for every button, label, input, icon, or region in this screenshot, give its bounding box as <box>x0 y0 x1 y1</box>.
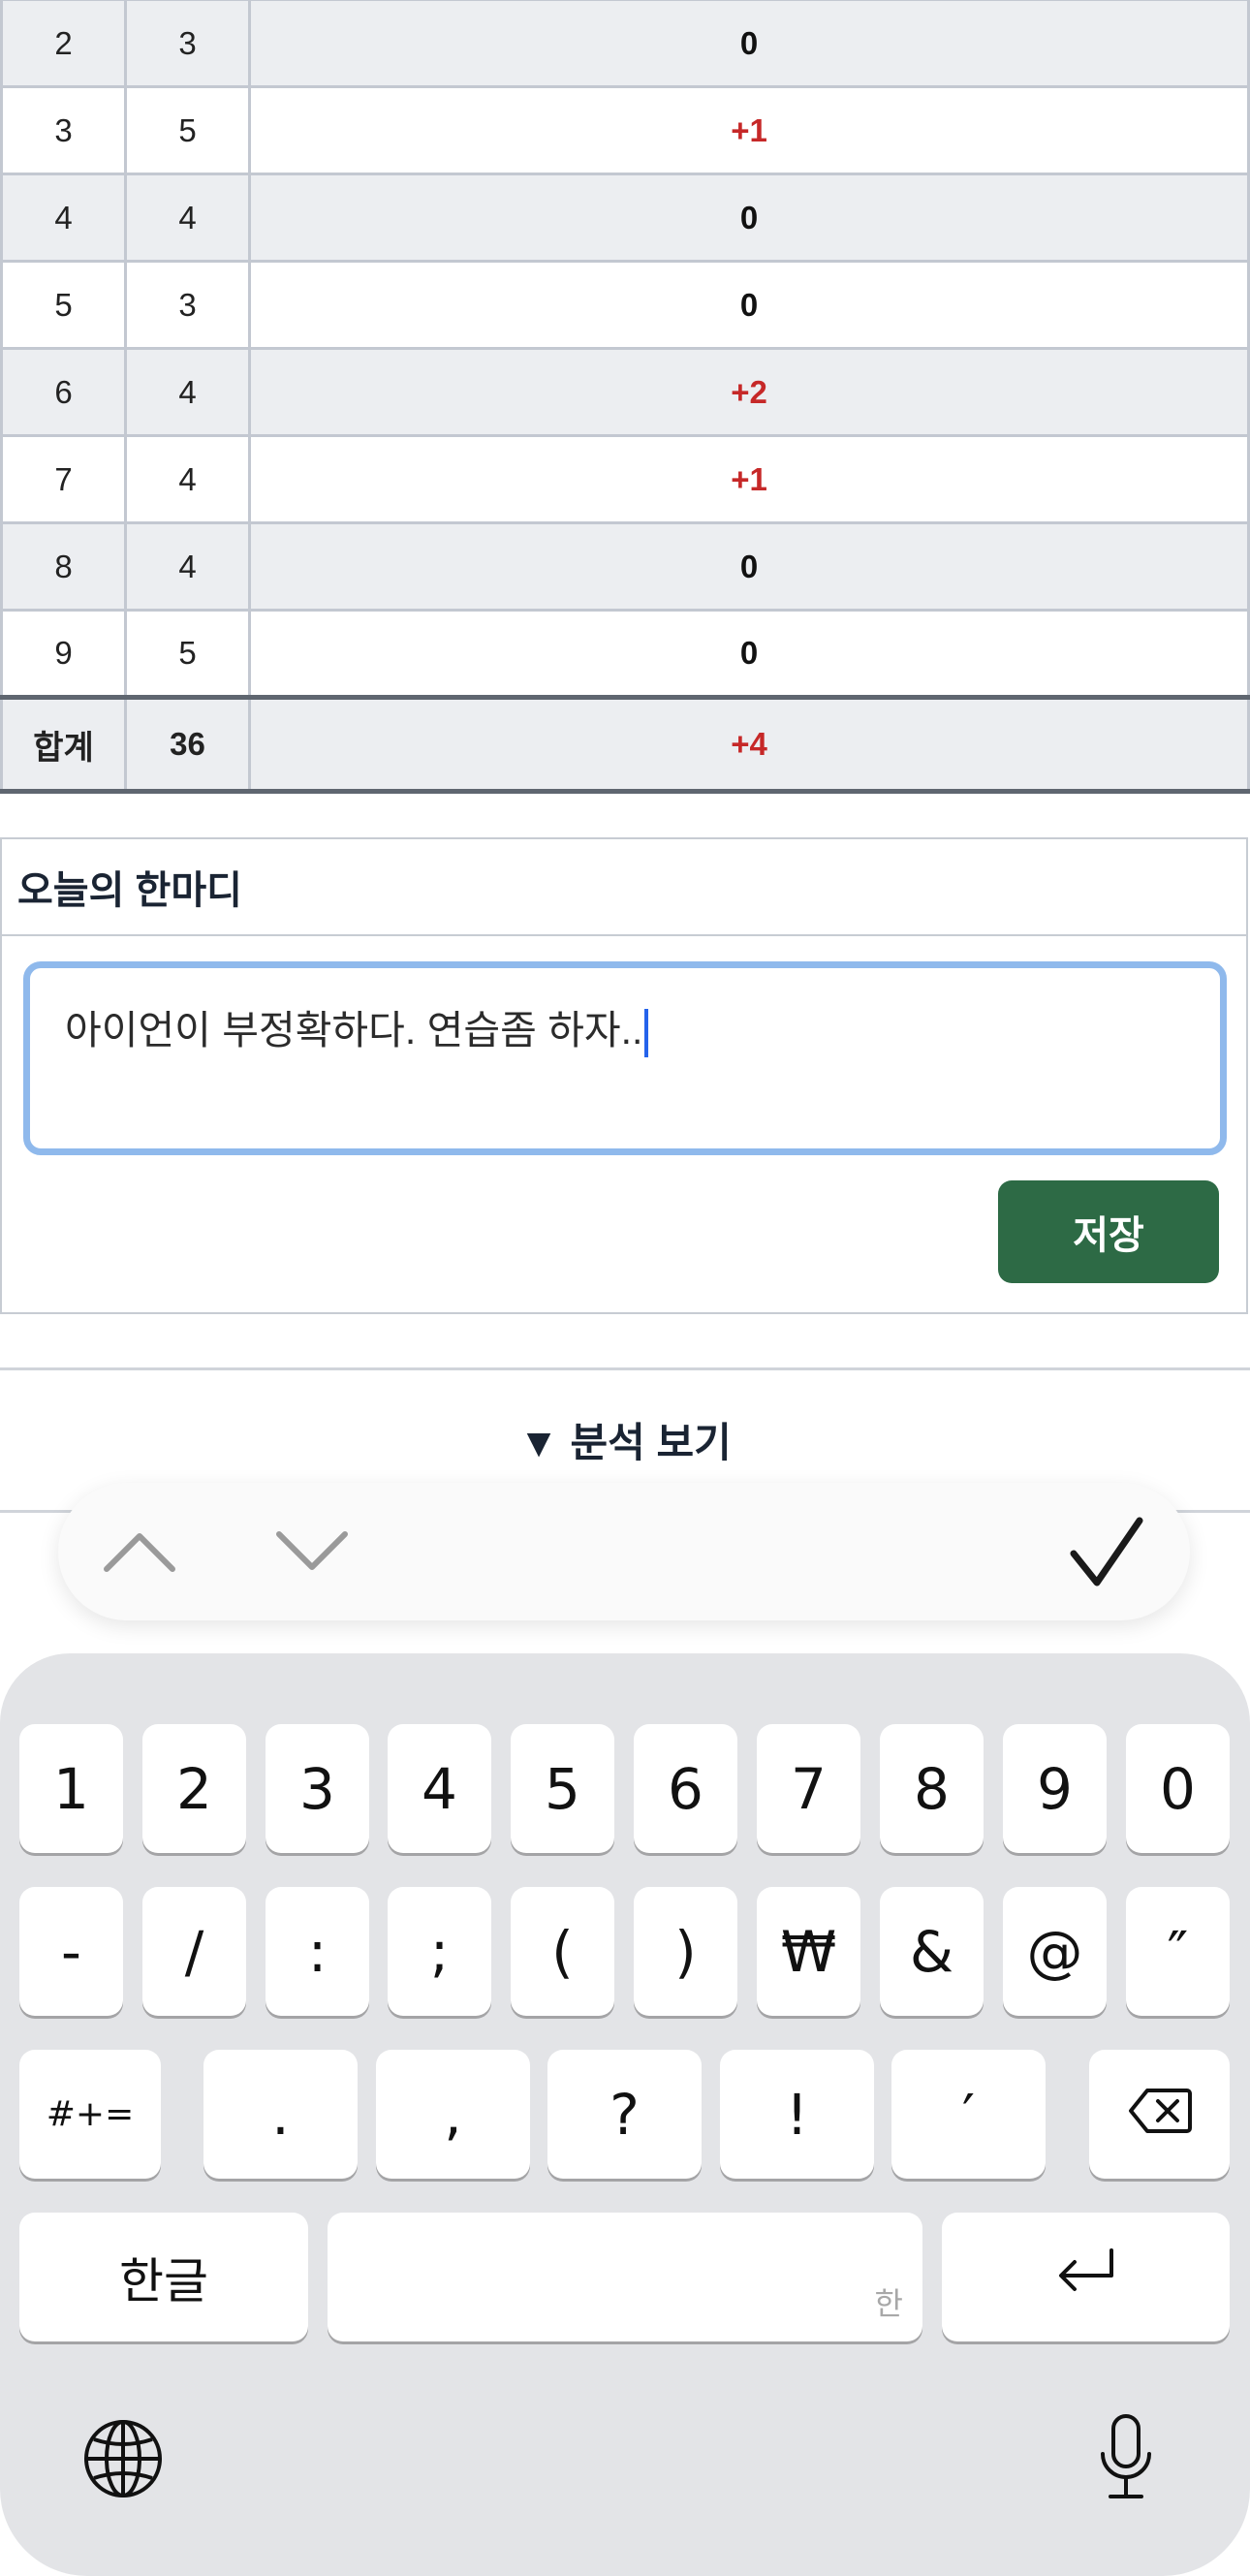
key-hyphen[interactable]: - <box>19 1887 123 2016</box>
triangle-down-icon: ▼ <box>518 1420 559 1465</box>
key-comma[interactable]: , <box>376 2050 530 2179</box>
analysis-label: 분석 보기 <box>570 1420 732 1465</box>
score-diff: 0 <box>248 173 1250 263</box>
hole-number: 5 <box>0 260 127 350</box>
key-exclamation[interactable]: ! <box>720 2050 874 2179</box>
key-colon[interactable]: : <box>266 1887 369 2016</box>
total-diff: +4 <box>248 695 1250 794</box>
par-value: 4 <box>124 347 251 437</box>
analysis-toggle[interactable]: ▼ 분석 보기 <box>0 1410 1250 1469</box>
key-9[interactable]: 9 <box>1003 1724 1107 1853</box>
table-row: 5 3 0 <box>0 260 1250 350</box>
hole-number: 4 <box>0 173 127 263</box>
key-ampersand[interactable]: & <box>880 1887 984 2016</box>
table-row: 7 4 +1 <box>0 434 1250 524</box>
par-value: 5 <box>124 609 251 699</box>
memo-input[interactable]: 아이언이 부정확하다. 연습좀 하자.. <box>23 961 1227 1155</box>
score-diff: 0 <box>248 0 1250 88</box>
key-8[interactable]: 8 <box>880 1724 984 1853</box>
key-5[interactable]: 5 <box>511 1724 614 1853</box>
delete-icon <box>1128 2082 1192 2148</box>
hangul-key[interactable]: 한글 <box>19 2213 308 2341</box>
key-symbols[interactable]: #+= <box>19 2050 161 2179</box>
hole-number: 3 <box>0 85 127 175</box>
memo-text: 아이언이 부정확하다. 연습좀 하자.. <box>65 1008 643 1052</box>
score-diff: 0 <box>248 521 1250 612</box>
key-period[interactable]: . <box>203 2050 358 2179</box>
table-row: 6 4 +2 <box>0 347 1250 437</box>
memo-panel: 오늘의 한마디 아이언이 부정확하다. 연습좀 하자.. 저장 <box>0 837 1248 1314</box>
save-button[interactable]: 저장 <box>998 1180 1219 1283</box>
key-3[interactable]: 3 <box>266 1724 369 1853</box>
keyboard-accessory-bar <box>58 1483 1190 1620</box>
memo-title: 오늘의 한마디 <box>2 839 1246 936</box>
key-7[interactable]: 7 <box>757 1724 860 1853</box>
table-row: 4 4 0 <box>0 173 1250 263</box>
score-diff: +2 <box>248 347 1250 437</box>
table-row: 9 5 0 <box>0 609 1250 699</box>
score-diff: 0 <box>248 609 1250 699</box>
score-diff: +1 <box>248 434 1250 524</box>
key-4[interactable]: 4 <box>388 1724 491 1853</box>
table-row: 2 3 0 <box>0 0 1250 88</box>
par-value: 4 <box>124 434 251 524</box>
score-table: 2 3 0 3 5 +1 4 4 0 5 3 0 6 4 +2 7 4 +1 8… <box>0 0 1250 794</box>
key-quote[interactable]: ″ <box>1126 1887 1230 2016</box>
total-row: 합계 36 +4 <box>0 695 1250 794</box>
return-icon <box>1055 2245 1117 2310</box>
key-at[interactable]: @ <box>1003 1887 1107 2016</box>
table-row: 3 5 +1 <box>0 85 1250 175</box>
key-2[interactable]: 2 <box>142 1724 246 1853</box>
score-diff: 0 <box>248 260 1250 350</box>
checkmark-icon[interactable] <box>1066 1516 1147 1587</box>
hole-number: 8 <box>0 521 127 612</box>
hole-number: 6 <box>0 347 127 437</box>
key-open-paren[interactable]: ( <box>511 1887 614 2016</box>
chevron-up-icon[interactable] <box>101 1516 178 1587</box>
key-6[interactable]: 6 <box>634 1724 737 1853</box>
key-1[interactable]: 1 <box>19 1724 123 1853</box>
space-key[interactable]: 한 <box>328 2213 922 2341</box>
key-question[interactable]: ? <box>547 2050 702 2179</box>
keyboard: 1 2 3 4 5 6 7 8 9 0 - / : ; ( ) ₩ & @ ″ … <box>0 1653 1250 2576</box>
text-cursor <box>644 1009 649 1058</box>
delete-key[interactable] <box>1089 2050 1230 2179</box>
par-value: 4 <box>124 521 251 612</box>
par-value: 3 <box>124 0 251 88</box>
score-diff: +1 <box>248 85 1250 175</box>
key-apostrophe[interactable]: ′ <box>891 2050 1046 2179</box>
table-row: 8 4 0 <box>0 521 1250 612</box>
chevron-down-icon[interactable] <box>273 1516 351 1587</box>
key-0[interactable]: 0 <box>1126 1724 1230 1853</box>
total-par: 36 <box>124 695 251 794</box>
key-won[interactable]: ₩ <box>757 1887 860 2016</box>
hole-number: 9 <box>0 609 127 699</box>
par-value: 5 <box>124 85 251 175</box>
hole-number: 2 <box>0 0 127 88</box>
key-semicolon[interactable]: ; <box>388 1887 491 2016</box>
key-close-paren[interactable]: ) <box>634 1887 737 2016</box>
par-value: 3 <box>124 260 251 350</box>
divider <box>0 1367 1250 1370</box>
return-key[interactable] <box>942 2213 1230 2341</box>
microphone-icon[interactable] <box>1089 2411 1163 2504</box>
total-label: 합계 <box>0 695 127 794</box>
par-value: 4 <box>124 173 251 263</box>
globe-icon[interactable] <box>81 2417 165 2500</box>
hole-number: 7 <box>0 434 127 524</box>
key-slash[interactable]: / <box>142 1887 246 2016</box>
